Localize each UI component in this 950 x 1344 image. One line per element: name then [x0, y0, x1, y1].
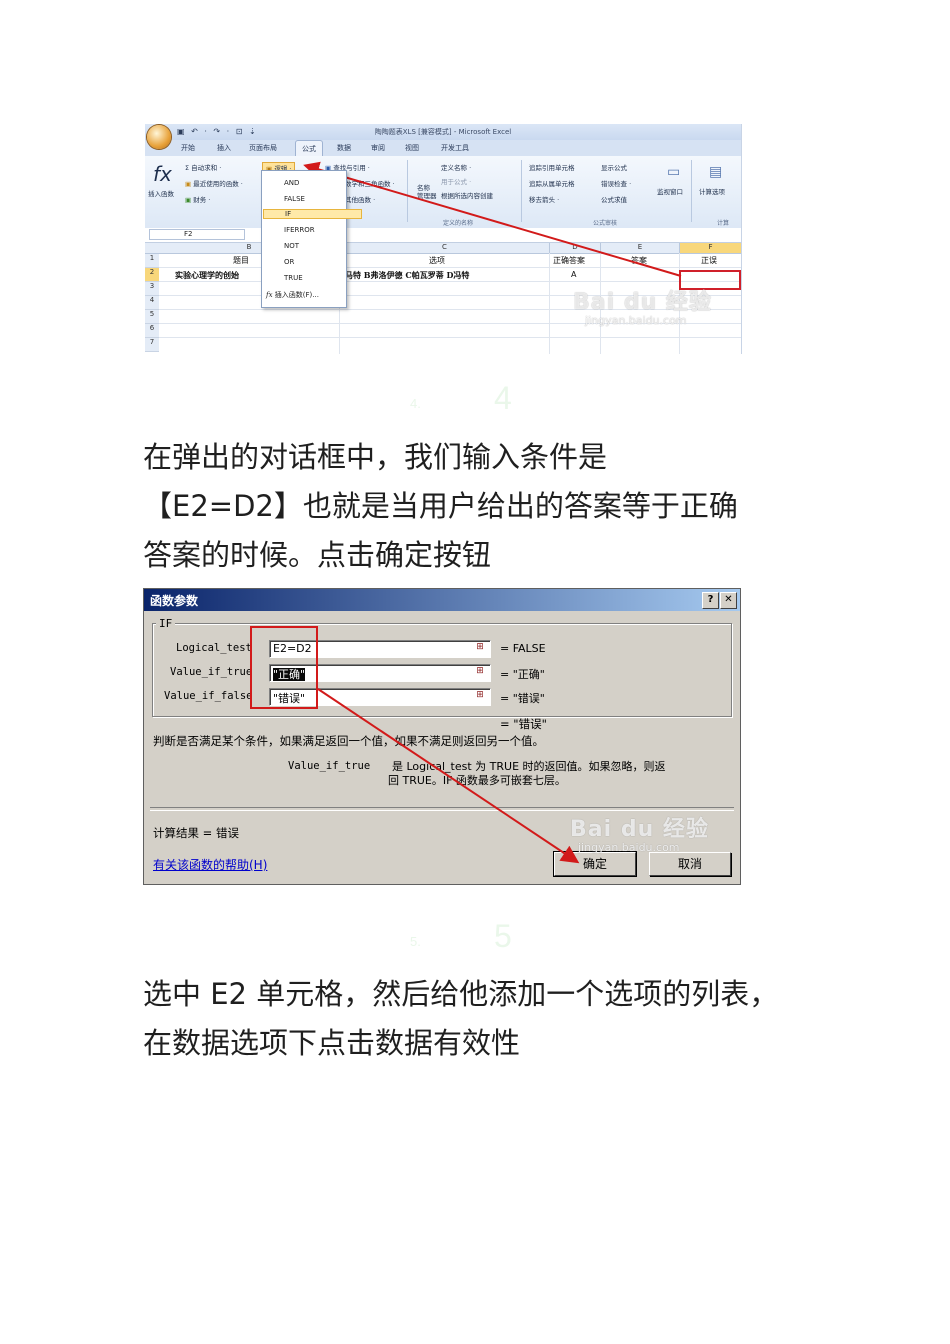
baidu-watermark-logo: Bai du 经验 — [570, 817, 709, 842]
menu-item-if[interactable]: IF — [263, 209, 362, 219]
menu-item-or[interactable]: OR — [284, 258, 294, 266]
fx-icon: fx — [266, 291, 275, 299]
menu-item-true[interactable]: TRUE — [284, 274, 303, 282]
step-number-small: 4. — [410, 396, 421, 411]
arrow-to-logical — [303, 161, 682, 277]
arrow-line — [317, 688, 580, 864]
baidu-watermark-url: jingyan.baidu.com — [578, 841, 680, 854]
function-arguments-dialog: 函数参数 ? ✕ IF Logical_test E2=D2 ⊞ = FALSE… — [143, 588, 741, 885]
menu-item-and[interactable]: AND — [284, 179, 299, 187]
menu-item-not[interactable]: NOT — [284, 242, 299, 250]
paragraph-1-line: 在弹出的对话框中，我们输入条件是 — [143, 440, 608, 474]
menu-item-false[interactable]: FALSE — [284, 195, 305, 203]
paragraph-2-line: 选中 E2 单元格，然后给他添加一个选项的列表， — [143, 977, 779, 1011]
baidu-watermark-logo: Bai du 经验 — [573, 290, 712, 315]
step-number: 5 — [494, 918, 512, 954]
excel-screenshot: ▣ ↶ · ↷ · ⊡ ⇣ 陶陶题表XLS [兼容模式] - Microsoft… — [145, 124, 742, 354]
paragraph-2-line: 在数据选项下点击数据有效性 — [143, 1026, 521, 1060]
menu-item-insert-function[interactable]: fx 插入函数(F)... — [266, 290, 319, 300]
paragraph-2: 选中 E2 单元格，然后给他添加一个选项的列表， 在数据选项下点击数据有效性 — [143, 970, 863, 1068]
menu-item-iferror[interactable]: IFERROR — [284, 226, 315, 234]
paragraph-1-line: 答案的时候。点击确定按钮 — [143, 538, 492, 572]
paragraph-1: 在弹出的对话框中，我们输入条件是 【E2=D2】也就是当用户给出的答案等于正确 … — [143, 433, 843, 580]
paragraph-1-line: 【E2=D2】也就是当用户给出的答案等于正确 — [143, 489, 738, 523]
step-number: 4 — [494, 380, 512, 416]
logical-dropdown-menu: AND FALSE IF IFERROR NOT OR TRUE fx 插入函数… — [261, 170, 362, 308]
step-number-small: 5. — [410, 934, 421, 949]
office-button-icon[interactable] — [147, 125, 171, 149]
baidu-watermark-url: jingyan.baidu.com — [585, 314, 687, 327]
